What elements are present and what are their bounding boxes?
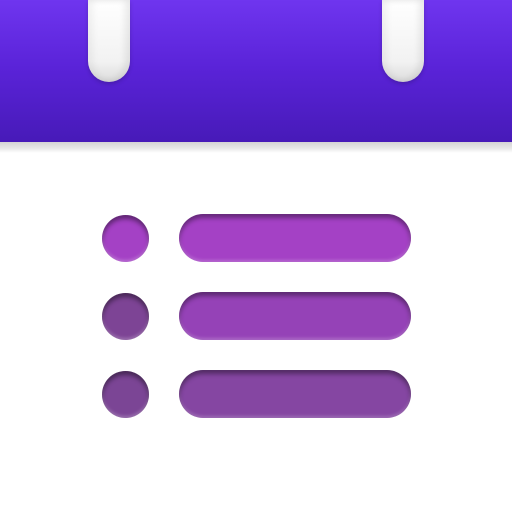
bullet-dot-icon (102, 371, 149, 418)
bullet-dot-icon (102, 293, 149, 340)
calendar-header (0, 0, 512, 142)
list-item-1 (102, 214, 412, 262)
text-line-icon (179, 292, 411, 340)
text-line-icon (179, 214, 411, 262)
bullet-dot-icon (102, 215, 149, 262)
calendar-header-shadow (0, 142, 512, 153)
text-line-icon (179, 370, 411, 418)
left-binder-ring-icon (88, 0, 130, 82)
list-item-2 (102, 292, 412, 340)
list-item-3 (102, 370, 412, 418)
right-binder-ring-icon (382, 0, 424, 82)
calendar-list-app-icon (0, 0, 512, 512)
